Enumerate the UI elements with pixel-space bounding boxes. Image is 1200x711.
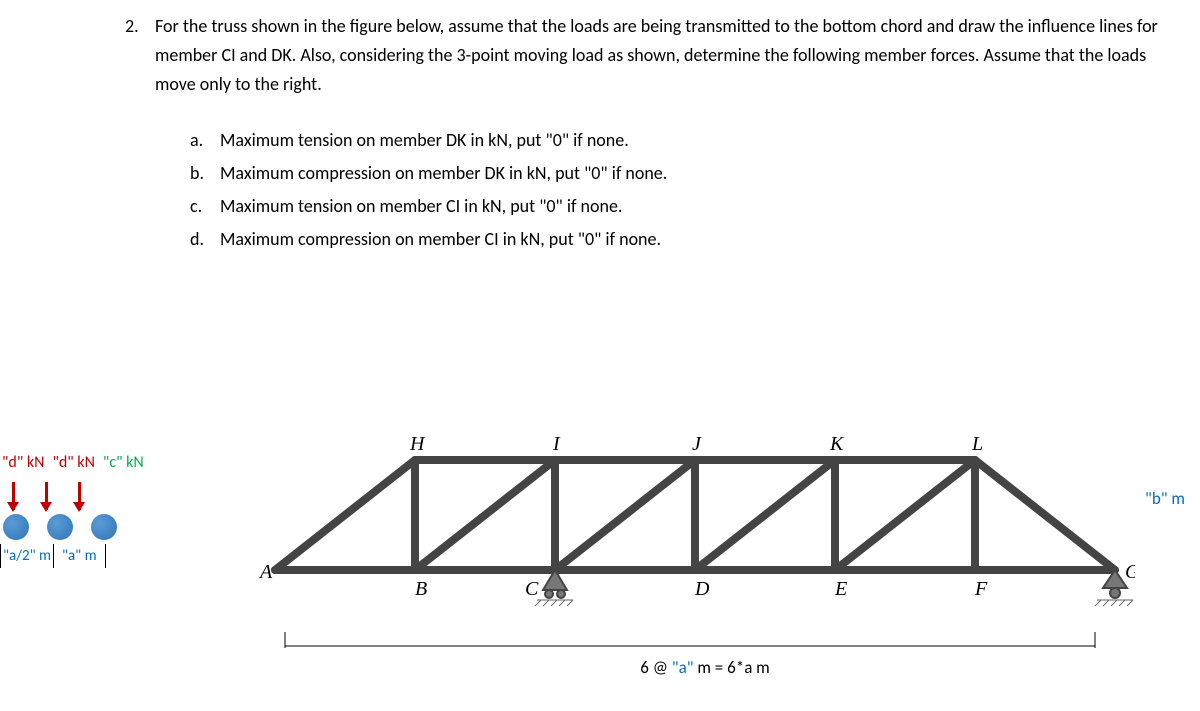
wheel-icon — [47, 514, 73, 540]
item-c-text: Maximum tension on member CI in kN, put … — [220, 192, 622, 221]
item-a-text: Maximum tension on member DK in kN, put … — [220, 126, 629, 155]
load-arrow-icon — [12, 482, 15, 510]
item-a: a. Maximum tension on member DK in kN, p… — [190, 126, 1160, 155]
truss-figure: A B C D E F G H I J K L "b" m — [255, 430, 1175, 629]
truss-svg: A B C D E F G H I J K L — [255, 430, 1135, 620]
load-label-2: "d" kN — [52, 450, 94, 476]
node-E: E — [834, 578, 847, 600]
problem-statement: For the truss shown in the figure below,… — [155, 12, 1160, 98]
item-b-text: Maximum compression on member DK in kN, … — [220, 159, 667, 188]
wheel-icon — [91, 514, 117, 540]
spacing-label-2: "a" m — [54, 544, 106, 568]
span-prefix: 6 @ — [640, 657, 672, 678]
node-H: H — [409, 433, 426, 455]
moving-load-diagram: "d" kN "d" kN "c" kN "a/2" m "a" m — [0, 450, 220, 568]
sub-items-list: a. Maximum tension on member DK in kN, p… — [190, 126, 1160, 253]
problem-number: 2. — [125, 12, 139, 41]
item-b-letter: b. — [190, 159, 220, 188]
item-a-letter: a. — [190, 126, 220, 155]
span-var: "a" — [672, 657, 694, 678]
node-J: J — [692, 433, 702, 455]
item-c-letter: c. — [190, 192, 220, 221]
load-label-1: "d" kN — [2, 450, 44, 476]
wheel-icon — [3, 514, 29, 540]
item-c: c. Maximum tension on member CI in kN, p… — [190, 192, 1160, 221]
node-A: A — [258, 561, 273, 583]
node-C: C — [525, 578, 539, 600]
item-b: b. Maximum compression on member DK in k… — [190, 159, 1160, 188]
node-F: F — [974, 578, 988, 600]
item-d-letter: d. — [190, 225, 220, 254]
load-arrow-icon — [78, 482, 81, 510]
node-B: B — [415, 578, 427, 600]
span-suffix: m = 6*a m — [694, 657, 770, 678]
node-G: G — [1125, 561, 1135, 583]
spacing-label-1: "a/2" m — [0, 544, 54, 568]
node-K: K — [829, 433, 845, 455]
node-I: I — [552, 433, 561, 455]
span-dimension: 6 @ "a" m = 6*a m — [280, 640, 1130, 681]
node-D: D — [694, 578, 710, 600]
load-label-3: "c" kN — [103, 450, 144, 476]
node-L: L — [971, 433, 983, 455]
item-d-text: Maximum compression on member CI in kN, … — [220, 225, 661, 254]
item-d: d. Maximum compression on member CI in k… — [190, 225, 1160, 254]
truss-height-label: "b" m — [1145, 485, 1185, 512]
load-arrow-icon — [45, 482, 48, 510]
